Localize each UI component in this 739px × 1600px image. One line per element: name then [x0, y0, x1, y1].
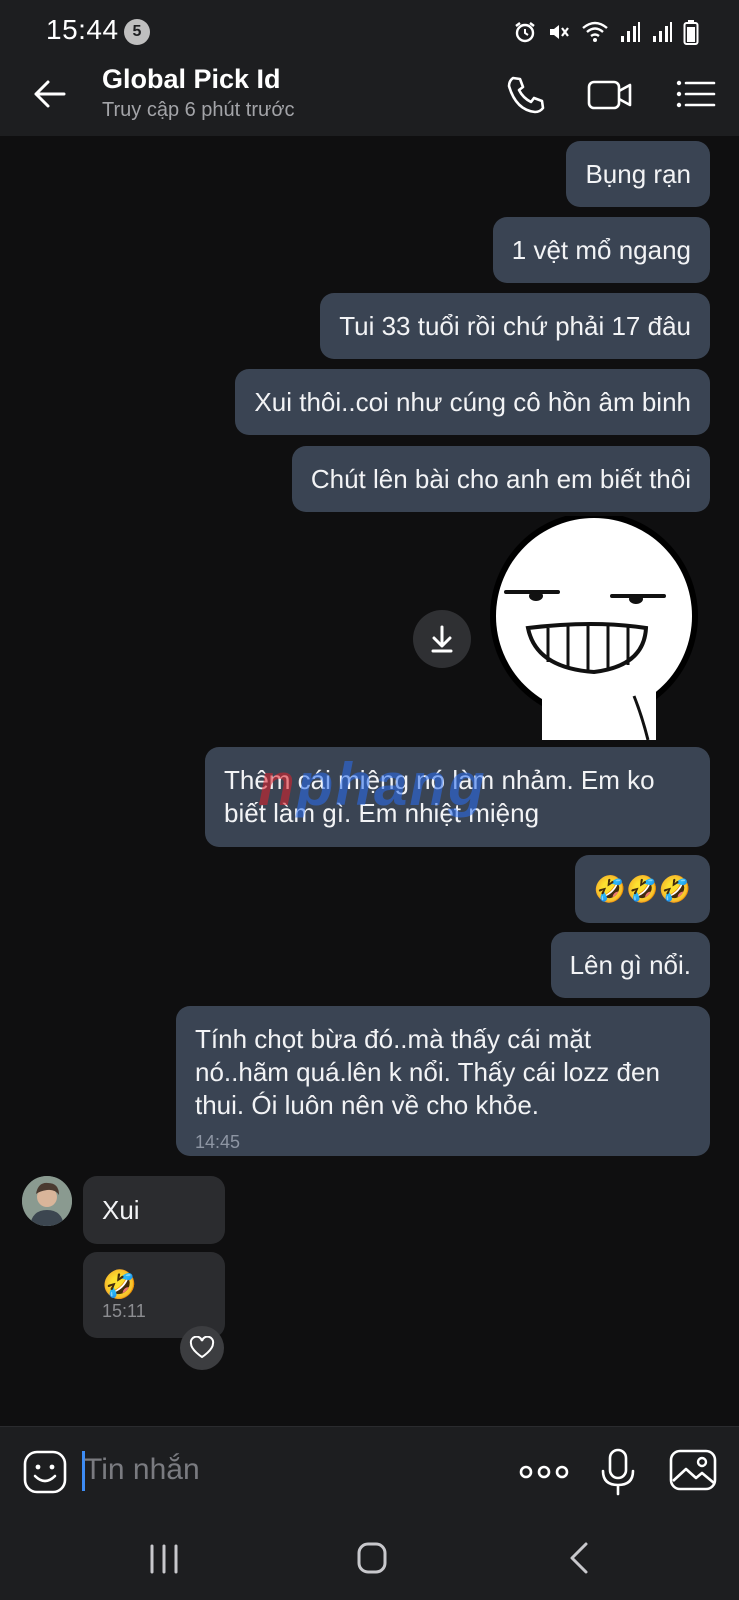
contact-name[interactable]: Global Pick Id	[102, 64, 281, 95]
message-text: 1 vệt mổ ngang	[511, 234, 691, 265]
phone-icon[interactable]	[503, 72, 547, 116]
status-icons	[513, 18, 699, 46]
watermark: nphang	[258, 750, 487, 819]
signal-icon	[653, 22, 672, 42]
outgoing-message[interactable]: Lên gì nổi.	[550, 932, 710, 998]
message-list[interactable]: Bụng rạn 1 vệt mổ ngang Tui 33 tuổi rồi …	[0, 136, 739, 1426]
outgoing-message[interactable]: Bụng rạn	[566, 141, 710, 207]
message-text: Xui thôi..coi như cúng cô hồn âm binh	[254, 386, 691, 417]
heart-icon	[189, 1336, 215, 1359]
wifi-icon	[582, 21, 608, 42]
microphone-icon[interactable]	[598, 1447, 638, 1497]
message-text: 🤣🤣🤣	[593, 873, 691, 904]
outgoing-message[interactable]: 1 vệt mổ ngang	[492, 217, 710, 283]
recent-apps-icon[interactable]	[142, 1538, 186, 1578]
mute-icon	[550, 25, 569, 39]
avatar-image	[22, 1176, 72, 1226]
notification-count-badge: 5	[124, 19, 150, 45]
outgoing-message[interactable]: Xui thôi..coi như cúng cô hồn âm binh	[235, 369, 710, 435]
message-input-bar	[0, 1426, 739, 1516]
status-time: 15:44	[46, 14, 119, 45]
react-heart-button[interactable]	[180, 1326, 224, 1370]
message-text: Xui	[102, 1194, 140, 1225]
contact-avatar[interactable]	[22, 1176, 72, 1226]
chat-header: Global Pick Id Truy cập 6 phút trước	[0, 52, 739, 136]
outgoing-message[interactable]: Chút lên bài cho anh em biết thôi	[291, 446, 710, 512]
more-options-icon[interactable]	[518, 1457, 570, 1487]
watermark-text-blue: phang	[296, 751, 487, 818]
home-icon[interactable]	[350, 1538, 394, 1578]
message-timestamp: 14:45	[195, 1132, 241, 1152]
gallery-icon[interactable]	[668, 1447, 718, 1493]
menu-list-icon[interactable]	[674, 72, 718, 116]
incoming-message[interactable]: Xui	[83, 1176, 225, 1244]
grinning-face-sticker[interactable]	[484, 516, 704, 740]
sticker-emoji-icon[interactable]	[22, 1449, 68, 1495]
message-text: Lên gì nổi.	[569, 949, 691, 980]
message-timestamp: 15:11	[102, 1300, 146, 1321]
last-seen-status: Truy cập 6 phút trước	[102, 99, 295, 121]
system-nav-bar	[0, 1516, 739, 1600]
watermark-text-red: n	[258, 751, 297, 818]
battery-icon	[683, 20, 699, 45]
outgoing-message[interactable]: 🤣🤣🤣	[574, 855, 710, 923]
outgoing-message[interactable]: Tính chọt bừa đó..mà thấy cái mặt nó..hã…	[176, 1006, 710, 1156]
outgoing-message[interactable]: Tui 33 tuổi rồi chứ phải 17 đâu	[320, 293, 710, 359]
back-icon[interactable]	[558, 1538, 602, 1578]
signal-icon	[621, 22, 640, 42]
video-call-icon[interactable]	[586, 72, 634, 116]
message-text: Chút lên bài cho anh em biết thôi	[310, 463, 691, 494]
download-icon	[431, 625, 453, 653]
download-button[interactable]	[413, 610, 471, 668]
status-bar: 15:44 5	[0, 0, 739, 52]
message-text: Tính chọt bừa đó..mà thấy cái mặt nó..hã…	[195, 1024, 660, 1120]
back-arrow-icon[interactable]	[28, 72, 72, 116]
message-input[interactable]	[84, 1445, 474, 1495]
alarm-icon	[515, 22, 535, 43]
message-text: Tui 33 tuổi rồi chứ phải 17 đâu	[339, 310, 691, 341]
message-text: 🤣	[102, 1268, 137, 1300]
message-text: Bụng rạn	[585, 158, 691, 189]
